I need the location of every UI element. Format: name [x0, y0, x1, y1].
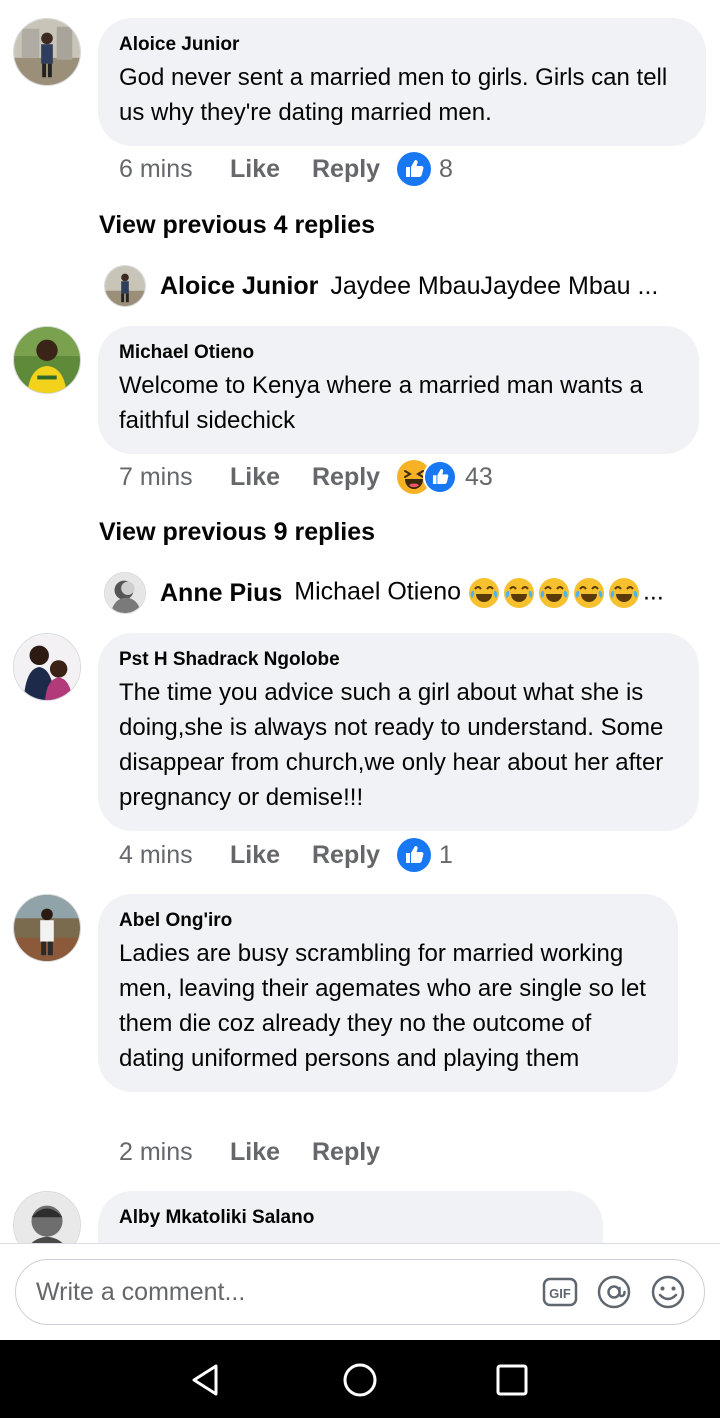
- gif-icon[interactable]: GIF: [542, 1274, 578, 1310]
- reaction-summary[interactable]: [397, 460, 457, 494]
- reply-button[interactable]: Reply: [312, 841, 397, 870]
- comment-bubble[interactable]: Aloice Junior God never sent a married m…: [98, 18, 706, 146]
- reply-button[interactable]: Reply: [312, 463, 397, 492]
- view-previous-replies[interactable]: View previous 4 replies: [99, 209, 375, 241]
- tears-of-joy-emoji: [573, 577, 605, 609]
- comment-time[interactable]: 7 mins: [119, 463, 230, 492]
- like-reaction-icon: [397, 152, 431, 186]
- emoji-run: [468, 577, 643, 609]
- avatar[interactable]: [104, 265, 146, 307]
- composer-divider: [0, 1243, 720, 1244]
- comment-actions: 7 mins Like Reply 43: [119, 460, 493, 494]
- comment-bubble[interactable]: Michael Otieno Welcome to Kenya where a …: [98, 326, 699, 454]
- comment-text: God never sent a married men to girls. G…: [119, 64, 668, 126]
- comment-actions: 6 mins Like Reply 8: [119, 152, 453, 186]
- like-reaction-icon: [397, 838, 431, 872]
- avatar[interactable]: [13, 633, 81, 701]
- comment-composer[interactable]: Write a comment... GIF: [15, 1259, 705, 1325]
- comment-time[interactable]: 2 mins: [119, 1138, 230, 1167]
- latest-reply[interactable]: Aloice Junior Jaydee MbauJaydee Mbau ...: [104, 264, 704, 308]
- comment-author[interactable]: Pst H Shadrack Ngolobe: [119, 649, 677, 671]
- comment-input[interactable]: Write a comment...: [36, 1278, 542, 1307]
- comment-bubble[interactable]: Abel Ong'iro Ladies are busy scrambling …: [98, 894, 678, 1092]
- like-button[interactable]: Like: [230, 463, 312, 492]
- like-button[interactable]: Like: [230, 155, 312, 184]
- comment-author[interactable]: Aloice Junior: [119, 34, 684, 56]
- comment-bubble[interactable]: Alby Mkatoliki Salano: [98, 1191, 603, 1244]
- tears-of-joy-emoji: [538, 577, 570, 609]
- home-icon[interactable]: [340, 1360, 380, 1400]
- reaction-count[interactable]: 8: [439, 155, 453, 184]
- tears-of-joy-emoji: [608, 577, 640, 609]
- like-reaction-icon: [423, 460, 457, 494]
- reply-button[interactable]: Reply: [312, 155, 397, 184]
- tears-of-joy-emoji: [503, 577, 535, 609]
- comment-time[interactable]: 4 mins: [119, 841, 230, 870]
- comment-author[interactable]: Michael Otieno: [119, 342, 677, 364]
- reply-mention: Michael Otieno: [294, 577, 461, 606]
- comment-text: Welcome to Kenya where a married man wan…: [119, 372, 643, 434]
- reaction-summary[interactable]: [397, 838, 431, 872]
- reply-truncation: ...: [642, 577, 664, 606]
- reaction-summary[interactable]: [397, 152, 431, 186]
- svg-text:GIF: GIF: [549, 1286, 571, 1301]
- view-previous-replies[interactable]: View previous 9 replies: [99, 516, 375, 548]
- emoji-icon[interactable]: [650, 1274, 686, 1310]
- avatar[interactable]: [13, 326, 81, 394]
- reply-author[interactable]: Aloice Junior: [160, 272, 318, 301]
- comment-text: Ladies are busy scrambling for married w…: [119, 940, 646, 1072]
- tears-of-joy-emoji: [468, 577, 500, 609]
- comment-author[interactable]: Alby Mkatoliki Salano: [119, 1207, 581, 1229]
- avatar[interactable]: [13, 18, 81, 86]
- reply-button[interactable]: Reply: [312, 1138, 397, 1167]
- recents-icon[interactable]: [492, 1360, 532, 1400]
- reaction-count[interactable]: 1: [439, 841, 453, 870]
- comment-feed: Aloice Junior God never sent a married m…: [0, 0, 720, 1244]
- reply-text: Michael Otieno ...: [294, 577, 664, 609]
- reaction-count[interactable]: 43: [465, 463, 493, 492]
- comment-actions: 4 mins Like Reply 1: [119, 838, 453, 872]
- like-button[interactable]: Like: [230, 1138, 312, 1167]
- comment-actions: 2 mins Like Reply: [119, 1136, 397, 1168]
- comment-bubble[interactable]: Pst H Shadrack Ngolobe The time you advi…: [98, 633, 699, 831]
- latest-reply[interactable]: Anne Pius Michael Otieno ...: [104, 571, 704, 615]
- comment-text: The time you advice such a girl about wh…: [119, 679, 664, 811]
- mention-icon[interactable]: [596, 1274, 632, 1310]
- avatar[interactable]: [13, 894, 81, 962]
- like-button[interactable]: Like: [230, 841, 312, 870]
- reply-text: Jaydee MbauJaydee Mbau ...: [330, 271, 659, 300]
- avatar[interactable]: [13, 1191, 81, 1244]
- system-navigation-bar: [0, 1340, 720, 1418]
- avatar[interactable]: [104, 572, 146, 614]
- comment-time[interactable]: 6 mins: [119, 155, 230, 184]
- comment-author[interactable]: Abel Ong'iro: [119, 910, 656, 932]
- back-icon[interactable]: [186, 1360, 226, 1400]
- reply-author[interactable]: Anne Pius: [160, 579, 282, 608]
